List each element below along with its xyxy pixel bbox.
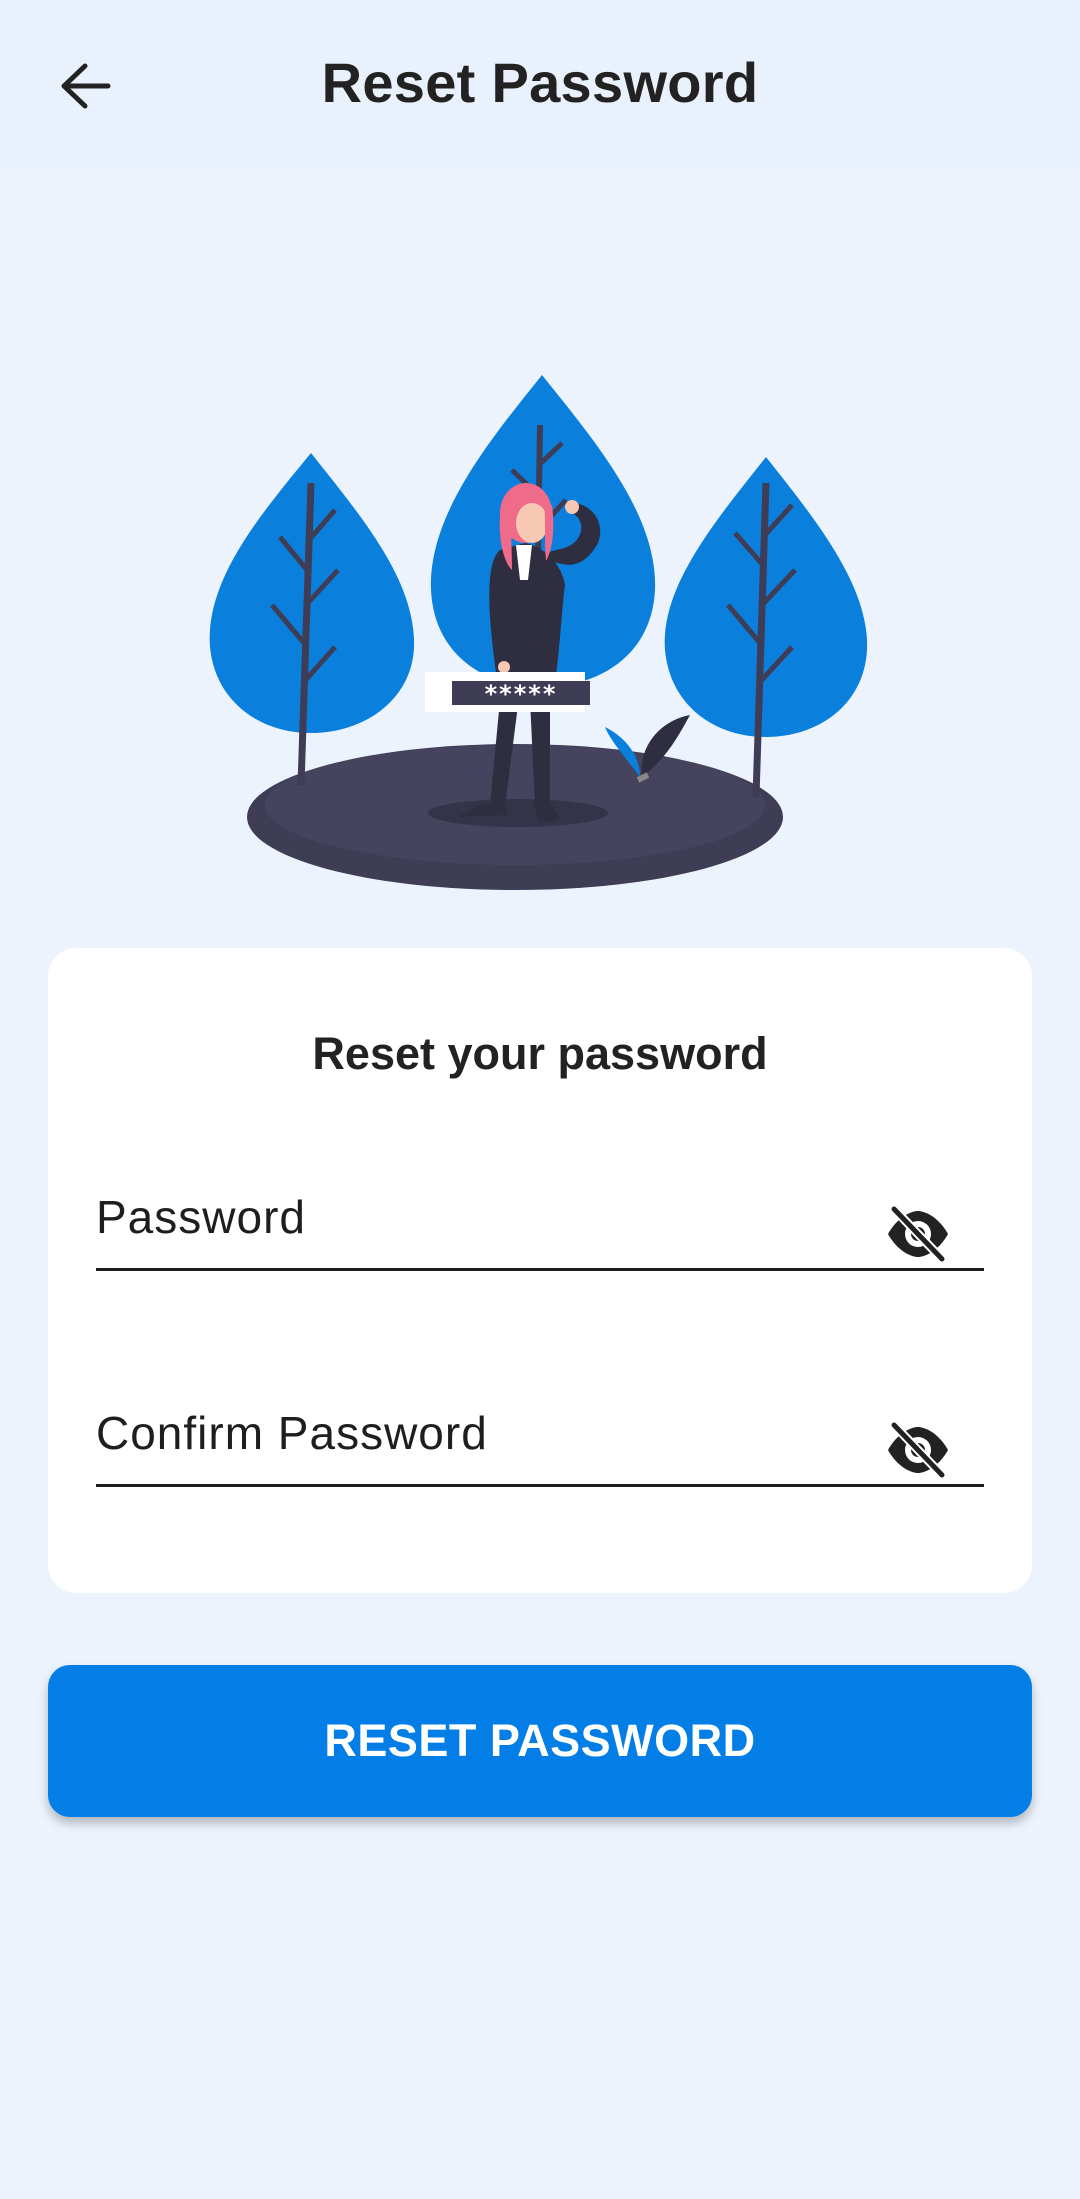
eye-off-icon — [888, 1422, 948, 1479]
toggle-confirm-password-visibility-button[interactable] — [882, 1418, 954, 1482]
reset-card: Reset your password Password Confirm Pas… — [48, 948, 1032, 1593]
reset-password-button[interactable]: RESET PASSWORD — [48, 1665, 1032, 1817]
password-label: Password — [96, 1191, 306, 1243]
confirm-password-field[interactable]: Confirm Password — [96, 1384, 984, 1487]
password-mask-text: ***** — [485, 680, 558, 708]
eye-off-icon — [888, 1206, 948, 1263]
page-title: Reset Password — [321, 51, 759, 114]
confirm-password-label: Confirm Password — [96, 1407, 488, 1459]
password-field[interactable]: Password — [96, 1168, 984, 1271]
toggle-password-visibility-button[interactable] — [882, 1202, 954, 1266]
card-title: Reset your password — [312, 1028, 768, 1079]
reset-password-illustration: ***** — [200, 365, 880, 895]
app-bar: Reset Password — [0, 0, 1080, 168]
